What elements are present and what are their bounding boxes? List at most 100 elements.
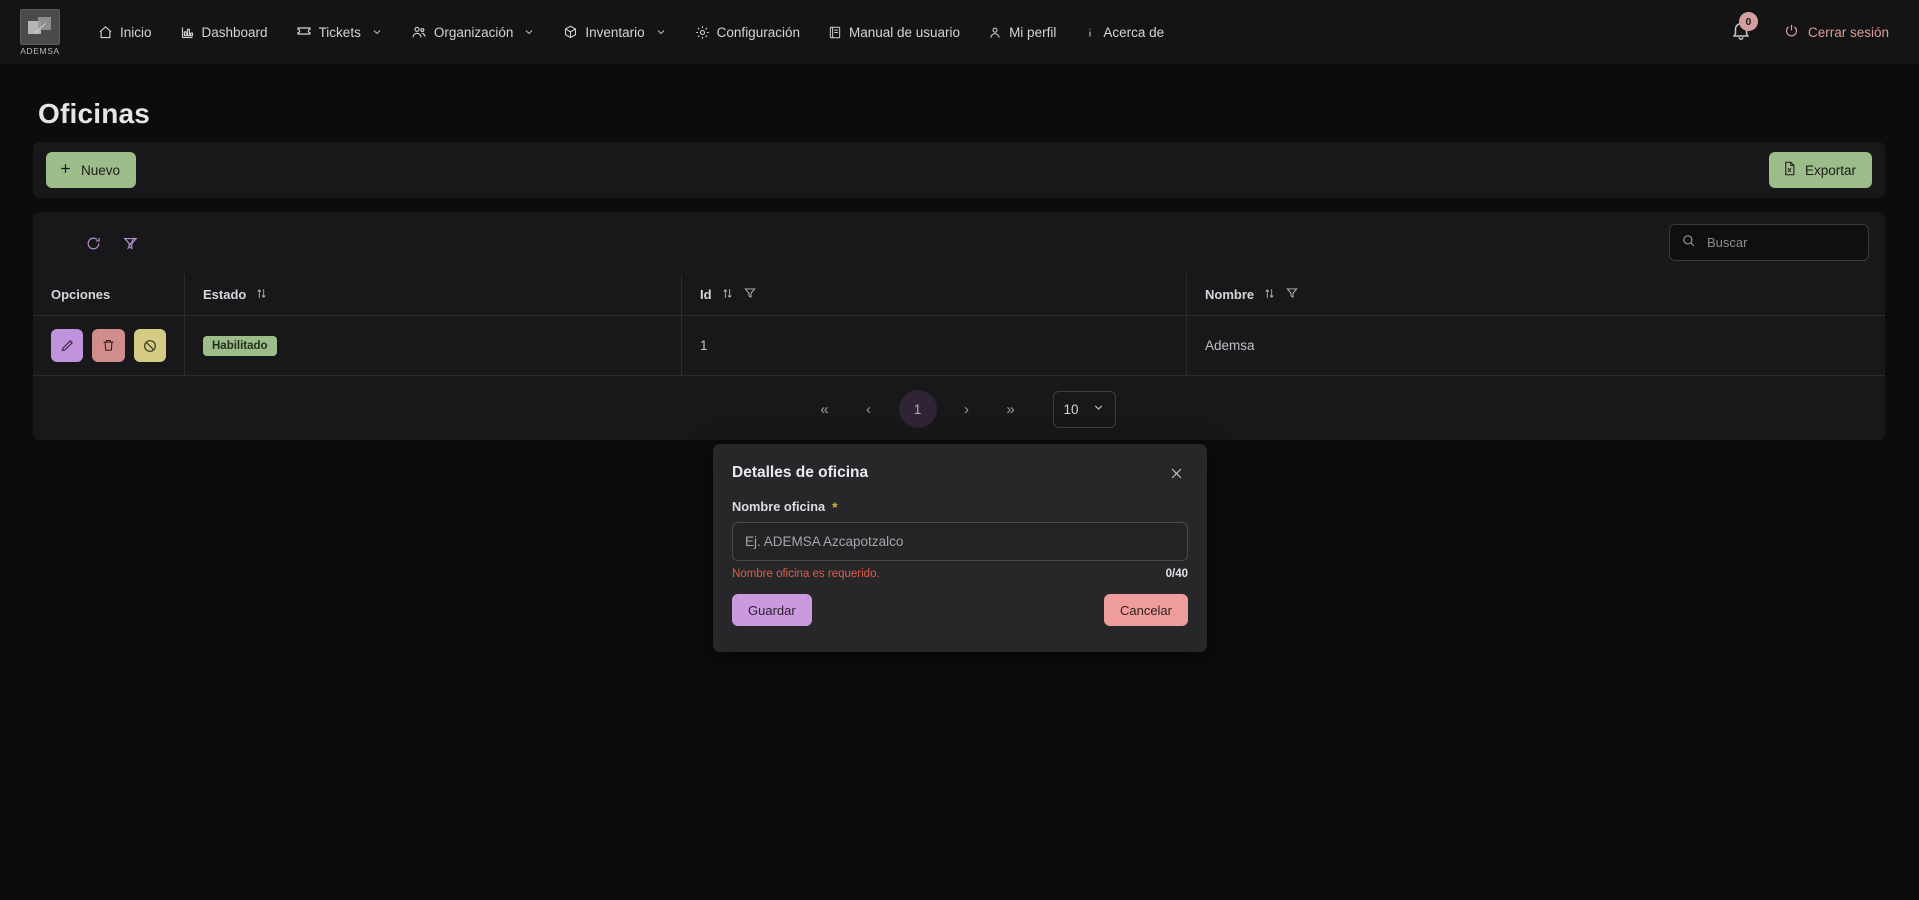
- nav-label: Manual de usuario: [848, 24, 961, 40]
- nav-label: Mi perfil: [1009, 24, 1057, 40]
- new-button-label: Nuevo: [81, 162, 121, 178]
- info-icon: [1084, 25, 1096, 40]
- box-icon: [563, 25, 578, 40]
- nav-item-acerca-de[interactable]: Acerca de: [1070, 17, 1178, 48]
- field-meta: Nombre oficina es requerido. 0/40: [732, 568, 1188, 580]
- nav-label: Tickets: [318, 24, 361, 40]
- filter-icon[interactable]: [743, 286, 757, 303]
- page-size-select[interactable]: 10: [1052, 390, 1116, 428]
- cell-estado: Habilitado: [185, 316, 682, 375]
- pagination-next-button[interactable]: ›: [945, 392, 989, 426]
- column-label: Estado: [203, 287, 247, 302]
- table-toolbar: [33, 212, 1885, 274]
- pagination-page-1[interactable]: 1: [898, 390, 937, 428]
- column-header-opciones: Opciones: [33, 274, 185, 315]
- sort-icon[interactable]: [721, 287, 734, 303]
- nav-item-organizacion[interactable]: Organización: [397, 16, 550, 48]
- nav-label: Dashboard: [201, 24, 268, 40]
- cell-nombre: Ademsa: [1205, 338, 1255, 353]
- office-name-input[interactable]: [732, 522, 1188, 561]
- nav-item-mi-perfil[interactable]: Mi perfil: [974, 17, 1070, 48]
- nav-items: Inicio Dashboard Tickets Organización In…: [84, 16, 1178, 48]
- chevron-down-icon: [523, 26, 535, 38]
- filter-icon[interactable]: [1285, 286, 1299, 303]
- cancel-button[interactable]: Cancelar: [1103, 594, 1188, 626]
- nav-item-configuracion[interactable]: Configuración: [681, 17, 814, 48]
- users-icon: [411, 24, 427, 40]
- actions-card: Nuevo Exportar: [33, 142, 1885, 198]
- field-label-text: Nombre oficina: [732, 499, 826, 514]
- row-actions-cell: [33, 316, 185, 375]
- book-icon: [828, 25, 842, 40]
- logout-button[interactable]: Cerrar sesión: [1784, 23, 1889, 41]
- dialog-title: Detalles de oficina: [732, 464, 869, 481]
- home-icon: [98, 25, 113, 40]
- nav-item-dashboard[interactable]: Dashboard: [166, 17, 282, 48]
- dialog-body: Nombre oficina * Nombre oficina es reque…: [713, 485, 1207, 580]
- brand-logo[interactable]: ADEMSA: [18, 6, 62, 58]
- export-button[interactable]: Exportar: [1768, 152, 1872, 188]
- table-row: Habilitado 1 Ademsa: [33, 316, 1885, 376]
- page-size-value: 10: [1063, 401, 1079, 417]
- nav-item-inicio[interactable]: Inicio: [84, 17, 166, 48]
- column-label: Nombre: [1205, 287, 1255, 302]
- dialog-header: Detalles de oficina: [713, 444, 1207, 485]
- pagination: « ‹ 1 › » 10: [33, 378, 1885, 440]
- close-icon[interactable]: [1164, 461, 1188, 485]
- data-table: Opciones Estado Id Nombre Habilitado 1 A…: [33, 274, 1885, 376]
- column-label: Opciones: [51, 287, 111, 302]
- nav-item-manual-de-usuario[interactable]: Manual de usuario: [814, 17, 974, 48]
- column-label: Id: [700, 287, 712, 302]
- cell-id: 1: [682, 316, 1187, 375]
- refresh-icon[interactable]: [80, 230, 106, 256]
- edit-button[interactable]: [51, 329, 84, 362]
- search-input[interactable]: [1705, 234, 1857, 251]
- office-name-label: Nombre oficina *: [732, 499, 1188, 514]
- pagination-last-button[interactable]: »: [989, 392, 1033, 426]
- dialog-footer: Guardar Cancelar: [713, 580, 1207, 626]
- table-card: Opciones Estado Id Nombre: [33, 212, 1885, 440]
- save-button[interactable]: Guardar: [732, 594, 812, 626]
- filter-slash-icon[interactable]: [117, 230, 143, 256]
- disable-button[interactable]: [133, 329, 166, 362]
- brand-name: ADEMSA: [20, 45, 60, 56]
- gear-icon: [695, 25, 710, 40]
- required-asterisk: *: [832, 498, 838, 515]
- chevron-down-icon: [1092, 401, 1105, 417]
- page-title: Oficinas: [38, 98, 151, 129]
- pagination-prev-button[interactable]: ‹: [847, 392, 891, 426]
- logout-label: Cerrar sesión: [1807, 24, 1889, 40]
- ticket-icon: [296, 24, 312, 40]
- chevron-down-icon: [371, 26, 383, 38]
- sort-icon[interactable]: [1263, 287, 1276, 303]
- nav-item-tickets[interactable]: Tickets: [282, 16, 397, 48]
- plus-icon: [58, 161, 73, 179]
- ademsa-logo-icon: [20, 8, 60, 45]
- export-button-label: Exportar: [1804, 162, 1856, 178]
- chevron-down-icon: [655, 26, 667, 38]
- nav-label: Inventario: [585, 24, 645, 40]
- chart-bar-icon: [180, 25, 195, 40]
- pagination-first-button[interactable]: «: [803, 392, 847, 426]
- nav-label: Organización: [433, 24, 514, 40]
- user-icon: [988, 25, 1002, 40]
- column-header-id: Id: [682, 274, 1187, 315]
- search-box[interactable]: [1669, 224, 1869, 261]
- office-details-dialog: Detalles de oficina Nombre oficina * Nom…: [713, 444, 1207, 652]
- validation-error: Nombre oficina es requerido.: [732, 568, 880, 580]
- status-badge: Habilitado: [203, 335, 277, 356]
- nav-label: Inicio: [120, 24, 152, 40]
- column-header-nombre: Nombre: [1187, 274, 1885, 315]
- nav-label: Configuración: [716, 24, 800, 40]
- notifications-button[interactable]: 0: [1730, 12, 1758, 45]
- character-counter: 0/40: [1165, 568, 1188, 580]
- delete-button[interactable]: [92, 329, 125, 362]
- power-icon: [1784, 23, 1799, 41]
- nav-item-inventario[interactable]: Inventario: [549, 17, 680, 48]
- navbar-right: 0 Cerrar sesión: [1730, 12, 1897, 45]
- column-header-estado: Estado: [185, 274, 682, 315]
- nav-label: Acerca de: [1103, 24, 1165, 40]
- new-button[interactable]: Nuevo: [46, 152, 137, 188]
- search-icon: [1681, 233, 1696, 253]
- sort-icon[interactable]: [255, 287, 268, 303]
